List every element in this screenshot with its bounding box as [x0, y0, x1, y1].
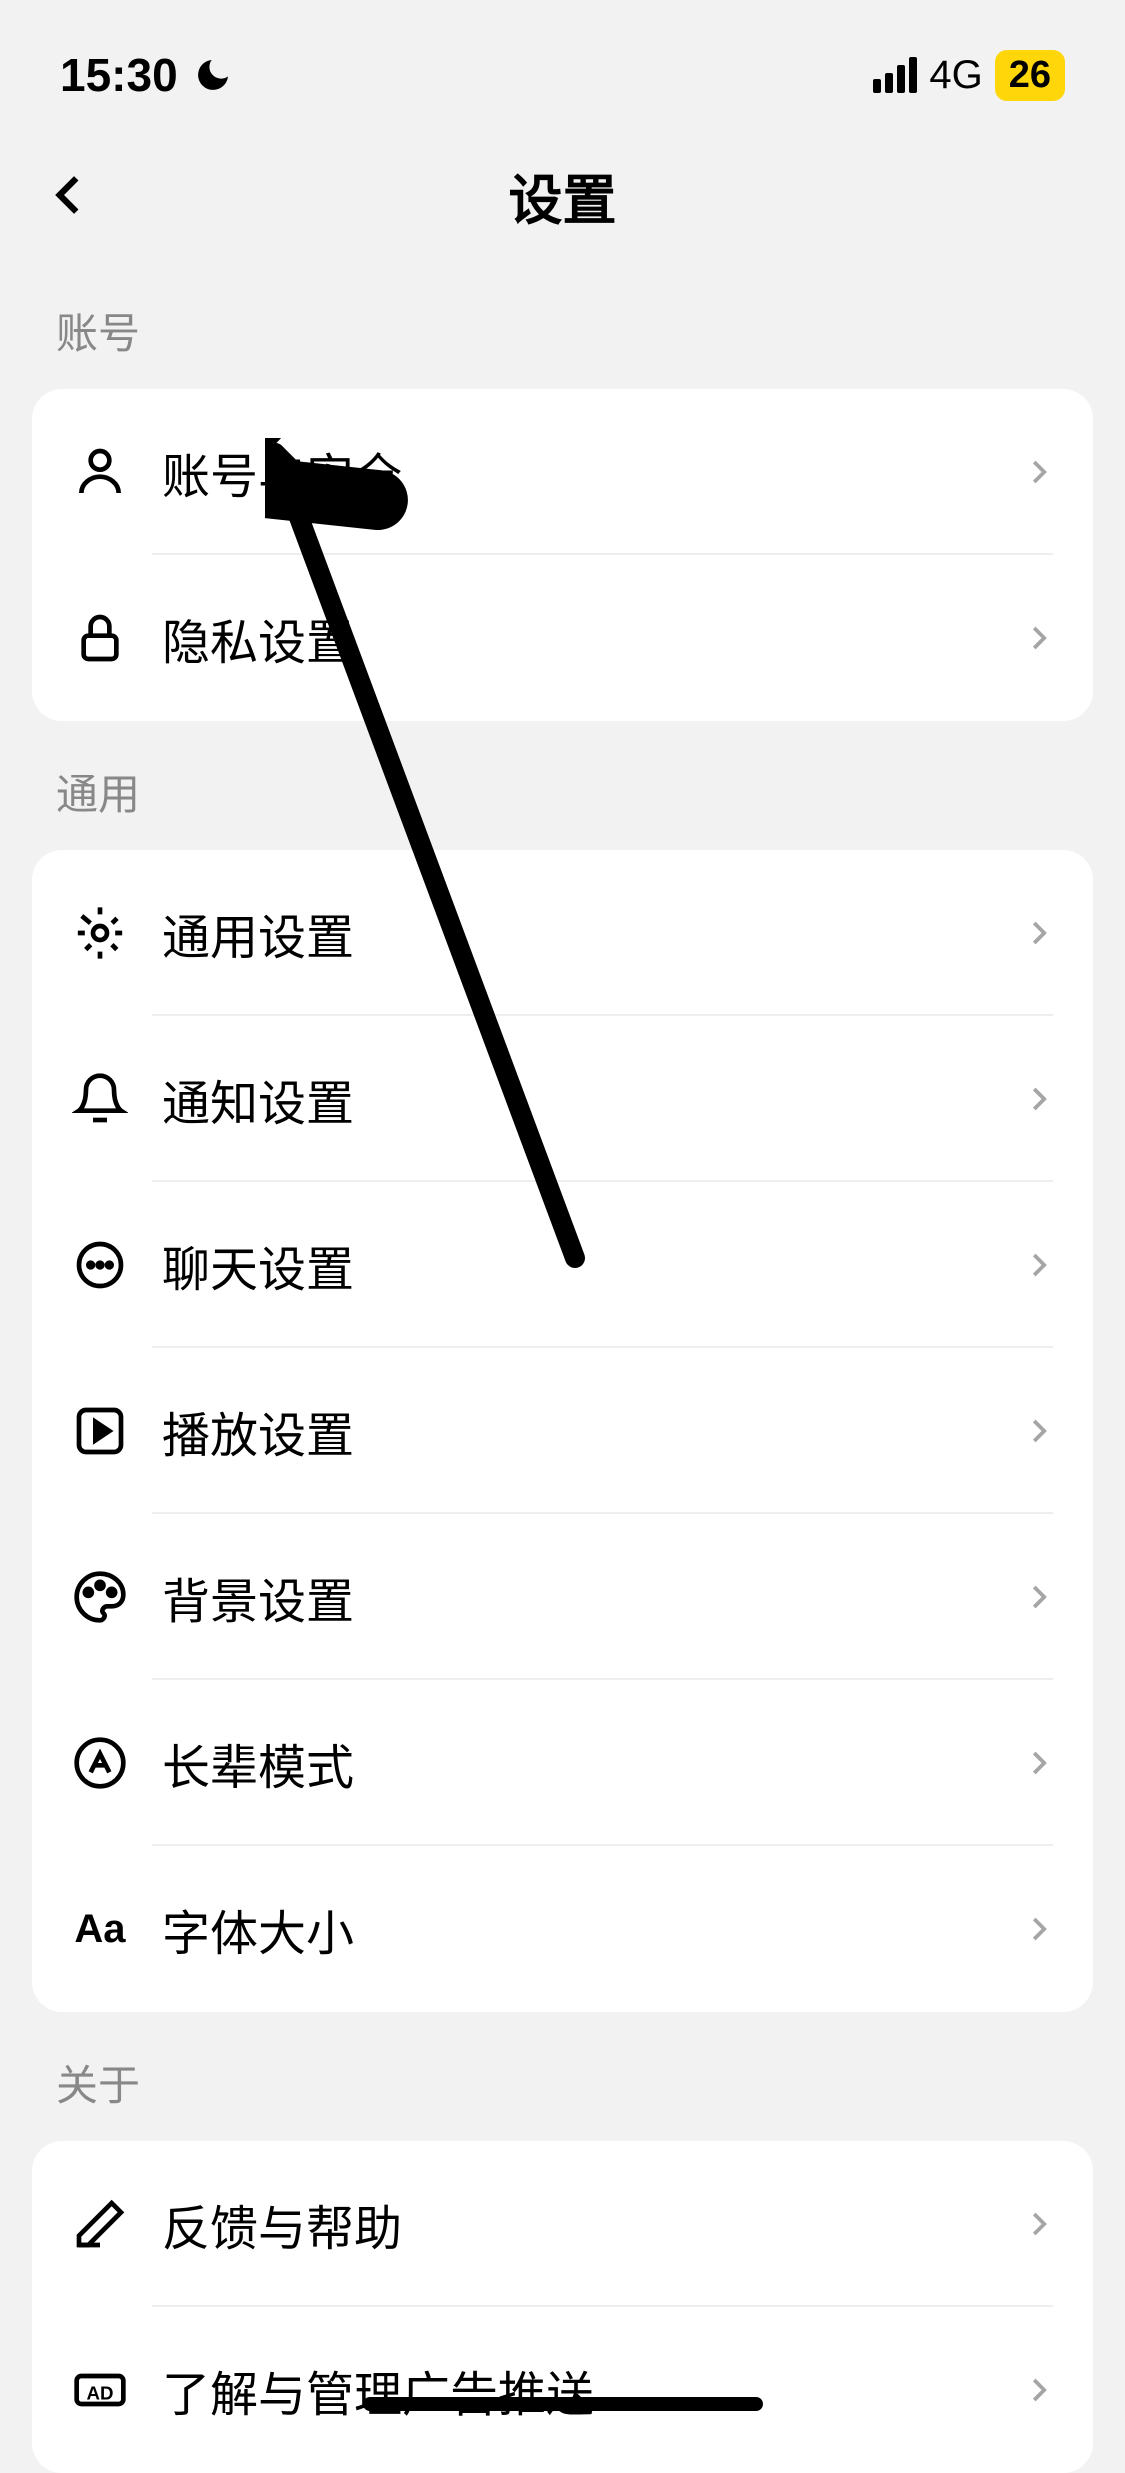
list-item-label: 聊天设置 [162, 1230, 1023, 1300]
accessibility-icon [72, 1735, 128, 1791]
ad-icon: AD [72, 2362, 128, 2418]
gear-icon [72, 905, 128, 961]
list-item-feedback[interactable]: 反馈与帮助 [32, 2141, 1093, 2307]
status-left: 15:30 [60, 48, 233, 102]
list-item-label: 长辈模式 [162, 1728, 1023, 1798]
list-item-general-settings[interactable]: 通用设置 [32, 850, 1093, 1016]
status-time: 15:30 [60, 48, 178, 102]
bell-icon [72, 1071, 128, 1127]
chevron-right-icon [1023, 1250, 1053, 1280]
list-item-playback[interactable]: 播放设置 [32, 1348, 1093, 1514]
general-card: 通用设置 通知设置 聊天设置 [32, 850, 1093, 2012]
list-item-ad-management[interactable]: AD 了解与管理广告推送 [32, 2307, 1093, 2473]
lock-icon [72, 610, 128, 666]
list-item-notification[interactable]: 通知设置 [32, 1016, 1093, 1182]
chevron-right-icon [1023, 1748, 1053, 1778]
list-item-privacy[interactable]: 隐私设置 [32, 555, 1093, 721]
page-title: 设置 [40, 156, 1085, 235]
page-header: 设置 [0, 130, 1125, 260]
list-item-label: 通用设置 [162, 898, 1023, 968]
list-item-label: 了解与管理广告推送 [162, 2355, 1023, 2425]
chevron-right-icon [1023, 2375, 1053, 2405]
list-item-label: 账号与安全 [162, 437, 1023, 507]
section-header-general: 通用 [0, 721, 1125, 850]
network-type: 4G [929, 53, 982, 98]
list-item-elder-mode[interactable]: 长辈模式 [32, 1680, 1093, 1846]
list-item-font-size[interactable]: Aa 字体大小 [32, 1846, 1093, 2012]
battery-indicator: 26 [995, 50, 1065, 101]
chevron-right-icon [1023, 1914, 1053, 1944]
list-item-label: 背景设置 [162, 1562, 1023, 1632]
font-icon: Aa [72, 1901, 128, 1957]
back-button[interactable] [40, 165, 100, 225]
chevron-right-icon [1023, 1084, 1053, 1114]
chevron-right-icon [1023, 1582, 1053, 1612]
user-icon [72, 444, 128, 500]
pencil-icon [72, 2196, 128, 2252]
list-item-label: 隐私设置 [162, 603, 1023, 673]
list-item-label: 播放设置 [162, 1396, 1023, 1466]
section-header-account: 账号 [0, 260, 1125, 389]
list-item-label: 反馈与帮助 [162, 2189, 1023, 2259]
about-card: 反馈与帮助 AD 了解与管理广告推送 [32, 2141, 1093, 2473]
home-indicator[interactable] [363, 2397, 763, 2411]
account-card: 账号与安全 隐私设置 [32, 389, 1093, 721]
chevron-right-icon [1023, 2209, 1053, 2239]
status-right: 4G 26 [873, 50, 1065, 101]
chevron-right-icon [1023, 457, 1053, 487]
section-header-about: 关于 [0, 2012, 1125, 2141]
status-bar: 15:30 4G 26 [0, 0, 1125, 130]
list-item-label: 字体大小 [162, 1894, 1023, 1964]
list-item-label: 通知设置 [162, 1064, 1023, 1134]
chevron-right-icon [1023, 1416, 1053, 1446]
chat-icon [72, 1237, 128, 1293]
list-item-background[interactable]: 背景设置 [32, 1514, 1093, 1680]
chevron-right-icon [1023, 623, 1053, 653]
palette-icon [72, 1569, 128, 1625]
chevron-right-icon [1023, 918, 1053, 948]
dnd-moon-icon [193, 55, 233, 95]
play-icon [72, 1403, 128, 1459]
list-item-chat[interactable]: 聊天设置 [32, 1182, 1093, 1348]
list-item-account-security[interactable]: 账号与安全 [32, 389, 1093, 555]
signal-icon [873, 57, 917, 93]
svg-text:AD: AD [87, 2382, 114, 2403]
